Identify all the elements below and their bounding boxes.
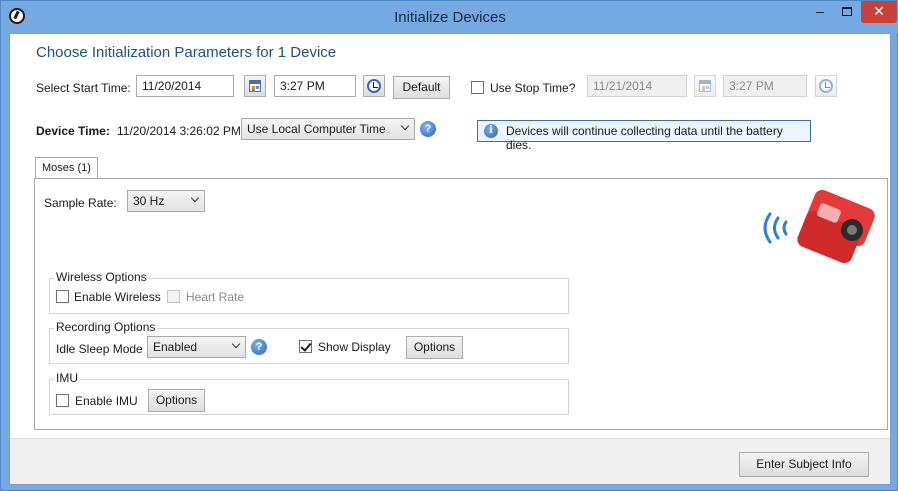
device-body — [797, 189, 875, 264]
info-icon: i — [484, 124, 498, 138]
calendar-icon — [699, 80, 711, 92]
wireless-signal-icon — [763, 212, 788, 244]
chevron-down-icon — [400, 121, 410, 131]
maximize-button[interactable] — [834, 1, 860, 23]
title-bar[interactable]: Initialize Devices – ✕ — [1, 1, 898, 33]
sample-rate-select[interactable]: 30 Hz — [127, 190, 205, 212]
window-title: Initialize Devices — [394, 9, 506, 26]
stop-date-picker-button[interactable] — [694, 75, 716, 97]
heart-rate-checkbox[interactable] — [167, 290, 180, 303]
time-source-selected: Use Local Computer Time — [247, 122, 386, 136]
start-date-picker-button[interactable] — [244, 75, 266, 97]
enable-wireless-label: Enable Wireless — [74, 290, 161, 304]
use-stop-time-checkbox[interactable] — [471, 81, 484, 94]
use-stop-time-label: Use Stop Time? — [490, 81, 576, 95]
minimize-button[interactable]: – — [807, 1, 833, 23]
chevron-down-icon — [190, 193, 200, 203]
enable-imu-checkbox[interactable] — [56, 394, 69, 407]
clock-icon — [367, 79, 381, 93]
imu-options-button[interactable]: Options — [148, 389, 205, 412]
help-icon[interactable]: ? — [420, 121, 436, 137]
show-display-checkbox[interactable] — [299, 340, 312, 353]
tab-moses[interactable]: Moses (1) — [35, 157, 98, 179]
start-date-input[interactable]: 11/20/2014 — [136, 75, 234, 97]
moses-device-image — [763, 189, 875, 264]
wireless-options-title: Wireless Options — [54, 270, 149, 284]
enable-imu-label: Enable IMU — [75, 394, 138, 408]
stop-time-picker-button[interactable] — [815, 75, 837, 97]
maximize-icon — [842, 7, 852, 16]
help-icon[interactable]: ? — [251, 339, 267, 355]
battery-info-box: i Devices will continue collecting data … — [477, 120, 811, 152]
battery-info-text: Devices will continue collecting data un… — [506, 124, 783, 152]
heart-rate-label: Heart Rate — [186, 290, 245, 304]
chevron-down-icon — [231, 339, 241, 349]
recording-options-button[interactable]: Options — [406, 336, 463, 359]
start-time-label: Select Start Time: — [36, 81, 131, 95]
sample-rate-selected: 30 Hz — [133, 194, 165, 208]
idle-sleep-mode-label: Idle Sleep Mode — [56, 342, 143, 356]
recording-options-title: Recording Options — [54, 320, 158, 334]
initialize-devices-window: Initialize Devices – ✕ Choose Initializa… — [0, 0, 898, 491]
clock-icon — [819, 79, 833, 93]
time-source-select[interactable]: Use Local Computer Time — [241, 118, 415, 140]
page-title: Choose Initialization Parameters for 1 D… — [36, 44, 337, 61]
stop-date-input[interactable]: 11/21/2014 — [587, 75, 687, 97]
dialog-content: Choose Initialization Parameters for 1 D… — [9, 33, 891, 485]
idle-sleep-mode-select[interactable]: Enabled — [147, 336, 246, 358]
start-time-picker-button[interactable] — [363, 75, 385, 97]
device-time-value: 11/20/2014 3:26:02 PM — [117, 124, 241, 138]
imu-title: IMU — [54, 371, 80, 385]
default-button[interactable]: Default — [393, 76, 450, 99]
enter-subject-info-button[interactable]: Enter Subject Info — [739, 452, 869, 477]
device-time-label: Device Time: — [36, 124, 110, 138]
footer-bar: Enter Subject Info — [10, 438, 890, 484]
enable-wireless-checkbox[interactable] — [56, 290, 69, 303]
close-button[interactable]: ✕ — [861, 1, 897, 23]
show-display-label: Show Display — [318, 340, 391, 354]
idle-sleep-mode-selected: Enabled — [153, 340, 198, 354]
sample-rate-label: Sample Rate: — [44, 196, 117, 210]
stop-time-input[interactable]: 3:27 PM — [723, 75, 807, 97]
start-time-input[interactable]: 3:27 PM — [274, 75, 356, 97]
calendar-icon — [249, 80, 261, 92]
